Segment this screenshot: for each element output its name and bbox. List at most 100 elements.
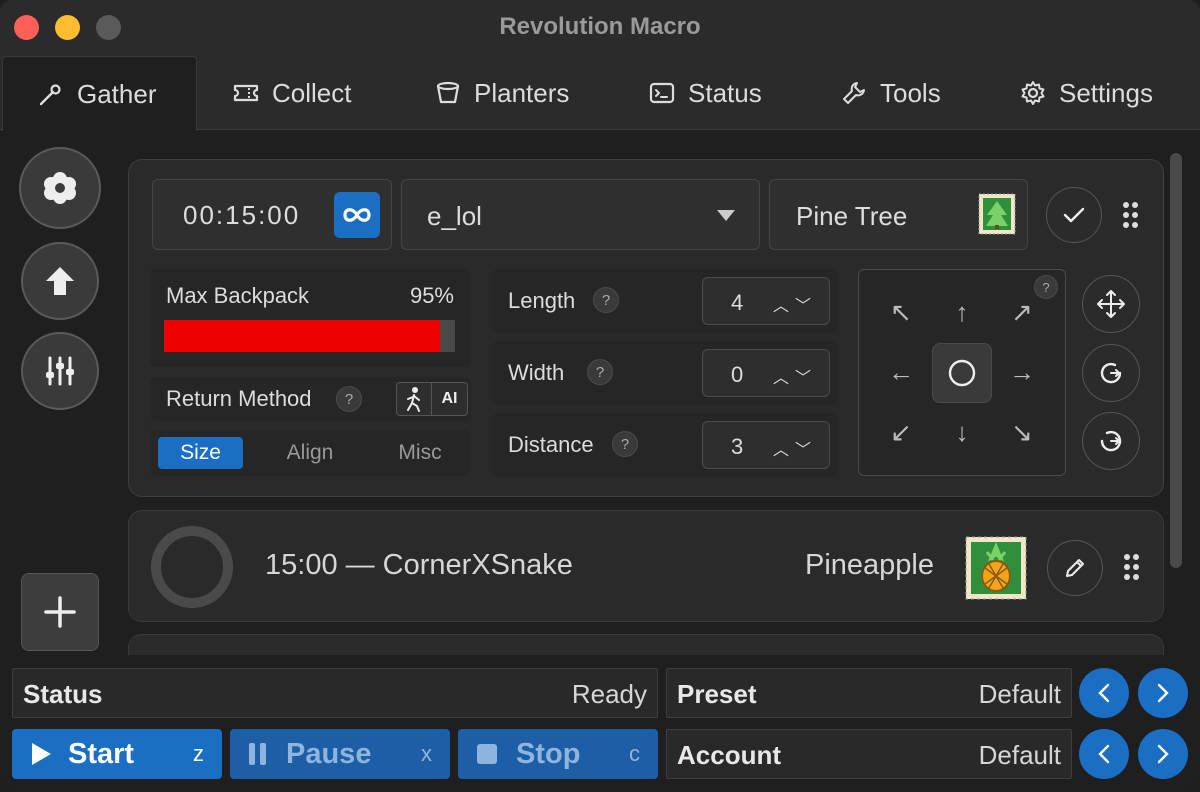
length-value: 4 xyxy=(731,290,744,315)
rotate-clockwise-button[interactable] xyxy=(1082,344,1140,402)
adjust-button[interactable] xyxy=(21,332,99,410)
entry-summary: 15:00 — CornerXSnake xyxy=(265,549,573,581)
add-button[interactable] xyxy=(21,573,99,651)
return-method-help[interactable]: ? xyxy=(336,386,362,412)
return-method-toggle[interactable]: AI xyxy=(396,382,468,416)
account-next-button[interactable] xyxy=(1138,729,1188,779)
time-value: 00:15:00 xyxy=(183,200,301,230)
account-box: Account Default xyxy=(666,729,1072,779)
width-stepper[interactable]: 0 ︿﹀ xyxy=(702,349,830,397)
status-value: Ready xyxy=(571,679,647,709)
width-label: Width xyxy=(508,360,565,385)
field-value: Pine Tree xyxy=(796,201,908,231)
tab-collect[interactable]: Collect xyxy=(232,56,351,130)
app-window: Revolution Macro Gather Collect Planters… xyxy=(0,0,1200,792)
max-backpack-slider[interactable] xyxy=(164,320,455,352)
start-button[interactable]: Start z xyxy=(12,729,222,779)
tab-tools[interactable]: Tools xyxy=(840,56,941,130)
distance-help[interactable]: ? xyxy=(612,431,638,457)
pause-shortcut: x xyxy=(421,741,432,766)
check-icon xyxy=(1063,207,1085,223)
start-label: Start xyxy=(68,737,135,770)
stop-shortcut: c xyxy=(629,741,640,766)
upload-button[interactable] xyxy=(21,242,99,320)
subtab-bar: Size Align Misc xyxy=(150,430,471,476)
length-row: Length ? 4 ︿﹀ xyxy=(492,269,838,333)
length-stepper[interactable]: 4 ︿﹀ xyxy=(702,277,830,325)
wrench-icon xyxy=(843,82,865,104)
chevron-left-icon xyxy=(1098,683,1110,703)
arrow-down-icon[interactable]: ↓ xyxy=(947,417,977,448)
stepper-arrows-icon[interactable]: ︿﹀ xyxy=(773,292,817,316)
arrow-up-icon[interactable]: ↑ xyxy=(947,297,977,328)
width-help[interactable]: ? xyxy=(587,359,613,385)
chevron-down-icon xyxy=(717,210,735,221)
direction-pad: ? ↖ ↑ ↗ ← → ↙ ↓ ↘ xyxy=(858,269,1066,476)
width-row: Width ? 0 ︿﹀ xyxy=(492,341,838,405)
subtab-align[interactable]: Align xyxy=(260,437,360,469)
distance-value: 3 xyxy=(731,434,744,459)
infinite-toggle[interactable] xyxy=(334,192,380,238)
arrow-right-icon[interactable]: → xyxy=(1007,357,1037,388)
field-select[interactable]: Pine Tree xyxy=(769,179,1028,250)
tab-gather[interactable]: Gather xyxy=(2,56,197,131)
return-ai-option[interactable]: AI xyxy=(432,383,467,415)
arrow-up-left-icon[interactable]: ↖ xyxy=(886,297,916,328)
length-label: Length xyxy=(508,288,576,313)
scrollbar[interactable] xyxy=(1170,153,1182,568)
length-help[interactable]: ? xyxy=(593,287,619,313)
time-field[interactable]: 00:15:00 xyxy=(152,179,392,250)
preset-next-button[interactable] xyxy=(1138,668,1188,718)
arrow-down-left-icon[interactable]: ↙ xyxy=(886,417,916,448)
stop-icon xyxy=(477,744,497,764)
pause-label: Pause xyxy=(286,737,372,770)
preset-prev-button[interactable] xyxy=(1079,668,1129,718)
arrow-down-right-icon[interactable]: ↘ xyxy=(1007,417,1037,448)
stepper-arrows-icon[interactable]: ︿﹀ xyxy=(773,364,817,388)
confirm-button[interactable] xyxy=(1046,187,1102,243)
pencil-icon xyxy=(1066,559,1084,577)
tab-status[interactable]: Status xyxy=(648,56,762,130)
tab-label: Tools xyxy=(880,77,941,108)
drag-handle-icon[interactable] xyxy=(1123,202,1138,228)
edit-button[interactable] xyxy=(1047,540,1103,596)
width-value: 0 xyxy=(731,362,744,387)
max-backpack-label: Max Backpack xyxy=(166,283,310,308)
direction-center-button[interactable] xyxy=(932,343,992,403)
account-value: Default xyxy=(978,740,1061,770)
move-button[interactable] xyxy=(1082,275,1140,333)
infinity-icon xyxy=(343,208,371,222)
flower-button[interactable] xyxy=(19,147,101,229)
rotate-left-icon xyxy=(1100,430,1122,452)
gear-icon xyxy=(1021,81,1045,105)
return-walk-option[interactable] xyxy=(397,383,432,415)
tab-label: Settings xyxy=(1059,77,1153,108)
tab-settings[interactable]: Settings xyxy=(1019,56,1153,130)
arrow-left-icon[interactable]: ← xyxy=(886,357,916,388)
gather-entry-row[interactable]: 15:00 — CornerXSnake Pineapple xyxy=(128,510,1164,622)
move-arrows-icon xyxy=(1097,290,1125,318)
return-method-panel: Return Method ? AI xyxy=(150,377,471,421)
pause-button[interactable]: Pause x xyxy=(230,729,450,779)
drag-handle-icon[interactable] xyxy=(1124,554,1139,580)
tab-planters[interactable]: Planters xyxy=(434,56,569,130)
chevron-right-icon xyxy=(1157,744,1169,764)
pattern-select[interactable]: e_lol xyxy=(401,179,760,250)
chevron-right-icon xyxy=(1157,683,1169,703)
distance-stepper[interactable]: 3 ︿﹀ xyxy=(702,421,830,469)
subtab-size[interactable]: Size xyxy=(158,437,243,469)
stop-button[interactable]: Stop c xyxy=(458,729,658,779)
arrow-up-right-icon[interactable]: ↗ xyxy=(1007,297,1037,328)
subtab-misc[interactable]: Misc xyxy=(375,437,465,469)
max-backpack-fill xyxy=(164,320,441,352)
stepper-arrows-icon[interactable]: ︿﹀ xyxy=(773,436,817,460)
plus-icon xyxy=(44,596,76,628)
account-prev-button[interactable] xyxy=(1079,729,1129,779)
preset-value: Default xyxy=(978,679,1061,709)
rotate-right-icon xyxy=(1100,362,1122,384)
direction-help[interactable]: ? xyxy=(1034,275,1058,299)
tab-bar: Gather Collect Planters Status Tools Set… xyxy=(0,56,1200,131)
rotate-counterclockwise-button[interactable] xyxy=(1082,412,1140,470)
walking-person-icon xyxy=(407,387,420,412)
distance-label: Distance xyxy=(508,432,594,457)
